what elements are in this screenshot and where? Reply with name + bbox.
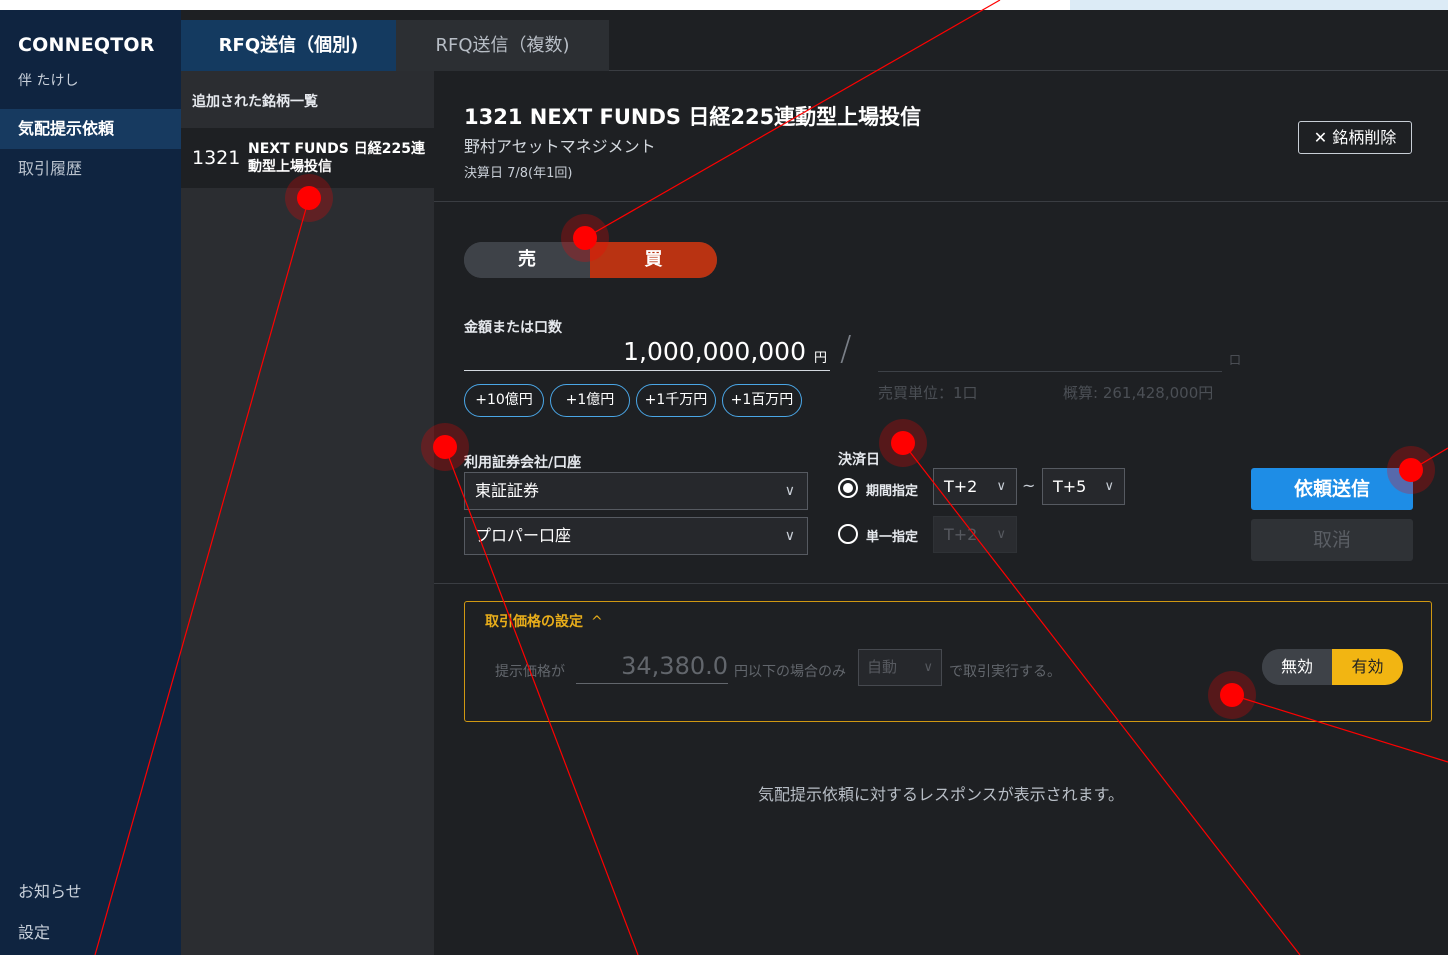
single-radio[interactable] <box>838 524 858 544</box>
price-setting-panel: 取引価格の設定 ^ 提示価格が 34,380.0 円以下の場合のみ 自動 ∨ で取… <box>464 601 1432 722</box>
list-item[interactable]: 1321 NEXT FUNDS 日経225連動型上場投信 <box>181 128 434 188</box>
single-radio-label: 単一指定 <box>866 530 919 545</box>
settlement-info: 決算日 7/8(年1回) <box>464 166 573 181</box>
chevron-down-icon: ∨ <box>923 660 933 675</box>
chevron-down-icon: ∨ <box>784 483 795 499</box>
sidebar-item-notices[interactable]: お知らせ <box>18 878 82 902</box>
price-setting-toggle[interactable]: 取引価格の設定 ^ <box>485 611 603 631</box>
account-label: 利用証券会社/口座 <box>464 455 582 471</box>
sell-button[interactable]: 売 <box>464 242 590 278</box>
user-name: 伴 たけし <box>18 73 79 89</box>
sidebar-item-rfq[interactable]: 気配提示依頼 <box>0 109 181 149</box>
settlement-label: 決済日 <box>838 452 880 468</box>
lot-size-info: 売買単位：1口 <box>878 384 978 402</box>
sidebar: CONNEQTOR 伴 たけし 気配提示依頼 取引履歴 お知らせ 設定 <box>0 10 181 955</box>
price-tail: で取引実行する。 <box>949 664 1061 680</box>
single-date-select[interactable]: T+2 ∨ <box>933 516 1017 553</box>
single-date-value: T+2 <box>944 525 978 544</box>
units-input[interactable] <box>878 339 1222 372</box>
sidebar-item-history[interactable]: 取引履歴 <box>0 149 181 189</box>
instrument-list-panel: 追加された銘柄一覧 1321 NEXT FUNDS 日経225連動型上場投信 <box>181 71 434 955</box>
tab-bar: RFQ送信（個別) RFQ送信（複数) <box>181 10 1448 71</box>
chevron-down-icon: ∨ <box>996 527 1006 542</box>
delete-instrument-button[interactable]: ✕ 銘柄削除 <box>1298 121 1412 154</box>
period-separator: ~ <box>1022 476 1036 495</box>
period-from-select[interactable]: T+2 ∨ <box>933 468 1017 505</box>
broker-value: 東証証券 <box>475 481 540 500</box>
account-value: プロパー口座 <box>475 526 572 545</box>
period-radio-label: 期間指定 <box>866 484 919 499</box>
units-unit: 口 <box>1229 353 1242 367</box>
tab-rfq-single[interactable]: RFQ送信（個別) <box>181 20 396 71</box>
chevron-down-icon: ∨ <box>1104 479 1114 494</box>
price-prefix: 提示価格が <box>495 664 565 680</box>
amount-unit: 円 <box>814 351 828 366</box>
period-from-value: T+2 <box>944 477 978 496</box>
chevron-down-icon: ∨ <box>784 528 795 544</box>
side-toggle: 売 買 <box>464 242 717 278</box>
period-to-value: T+5 <box>1053 477 1087 496</box>
chevron-up-icon: ^ <box>591 614 603 630</box>
price-suffix: 円以下の場合のみ <box>734 664 846 680</box>
instrument-list-heading: 追加された銘柄一覧 <box>192 94 318 110</box>
period-to-select[interactable]: T+5 ∨ <box>1042 468 1125 505</box>
amount-separator: / <box>840 329 852 369</box>
send-request-button[interactable]: 依頼送信 <box>1251 468 1413 510</box>
enable-button[interactable]: 有効 <box>1332 649 1403 685</box>
price-setting-title: 取引価格の設定 <box>485 614 583 630</box>
divider <box>434 583 1448 584</box>
brand-logo: CONNEQTOR <box>18 34 155 56</box>
app-window: CONNEQTOR 伴 たけし 気配提示依頼 取引履歴 お知らせ 設定 RFQ送… <box>0 10 1448 955</box>
response-placeholder: 気配提示依頼に対するレスポンスが表示されます。 <box>757 785 1125 804</box>
add-10m-button[interactable]: +1千万円 <box>636 384 716 417</box>
price-mode-value: 自動 <box>867 658 898 676</box>
period-radio[interactable] <box>838 478 858 498</box>
add-1b-button[interactable]: +10億円 <box>464 384 544 417</box>
amount-input[interactable]: 1,000,000,000 <box>464 333 830 371</box>
rfq-form: 1321 NEXT FUNDS 日経225連動型上場投信 野村アセットマネジメン… <box>434 71 1448 955</box>
price-condition-toggle: 無効 有効 <box>1262 649 1403 685</box>
chevron-down-icon: ∨ <box>996 479 1006 494</box>
broker-select[interactable]: 東証証券 ∨ <box>464 472 808 510</box>
divider <box>434 201 1448 202</box>
add-1m-button[interactable]: +1百万円 <box>722 384 802 417</box>
approx-amount: 概算: 261,428,000円 <box>1063 384 1214 402</box>
issuer-name: 野村アセットマネジメント <box>464 137 656 156</box>
instrument-code: 1321 <box>192 147 241 169</box>
sidebar-item-settings[interactable]: 設定 <box>18 919 50 943</box>
price-input[interactable]: 34,380.0 <box>576 649 728 684</box>
page-title: 1321 NEXT FUNDS 日経225連動型上場投信 <box>464 105 922 129</box>
cancel-button[interactable]: 取消 <box>1251 519 1413 561</box>
disable-button[interactable]: 無効 <box>1262 649 1332 685</box>
tab-rfq-multiple[interactable]: RFQ送信（複数) <box>396 20 609 71</box>
account-select[interactable]: プロパー口座 ∨ <box>464 517 808 555</box>
price-mode-select[interactable]: 自動 ∨ <box>858 649 942 686</box>
instrument-name: NEXT FUNDS 日経225連動型上場投信 <box>248 141 425 175</box>
top-highlight-strip <box>1070 0 1448 10</box>
add-100m-button[interactable]: +1億円 <box>550 384 630 417</box>
buy-button[interactable]: 買 <box>590 242 717 278</box>
